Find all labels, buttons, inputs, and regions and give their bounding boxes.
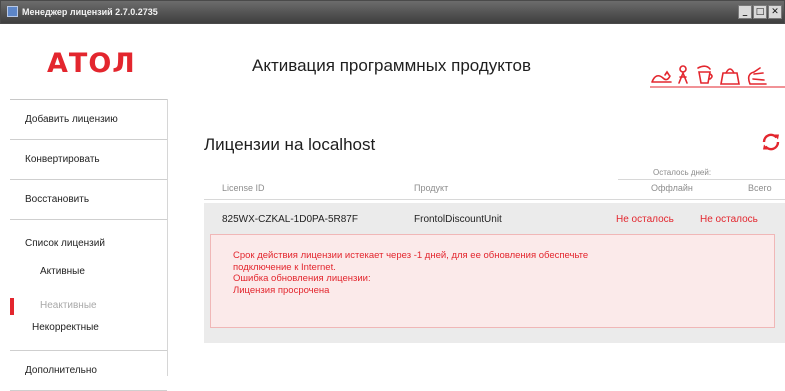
offline-days-cell: Не осталось xyxy=(616,214,674,225)
table-row[interactable]: 825WX-CZKAL-1D0PA-5R87F FrontolDiscountU… xyxy=(204,203,785,343)
column-header-total: Всего xyxy=(748,183,772,193)
app-header: АТОЛ Активация программных продуктов xyxy=(10,24,785,99)
table-header-divider xyxy=(204,199,785,200)
column-header-license-id: License ID xyxy=(222,183,265,193)
window-controls: _ □ ✕ xyxy=(738,5,782,19)
sidebar: Добавить лицензию Конвертировать Восстан… xyxy=(10,99,167,391)
coffee-icon xyxy=(697,65,713,84)
page-title: Лицензии на localhost xyxy=(204,135,376,154)
column-header-product: Продукт xyxy=(414,183,449,193)
minimize-button[interactable]: _ xyxy=(738,5,752,19)
sidebar-item-license-list[interactable]: Список лицензий xyxy=(25,238,105,249)
man-icon xyxy=(678,65,688,84)
sidebar-group-license-list: Список лицензий Активные Неактивные Неко… xyxy=(10,220,167,351)
sidebar-item-active[interactable]: Активные xyxy=(40,266,85,277)
header-title: Активация программных продуктов xyxy=(252,56,532,75)
window-title: Менеджер лицензий 2.7.0.2735 xyxy=(22,7,158,17)
sidebar-item-convert[interactable]: Конвертировать xyxy=(10,140,167,180)
error-line: Ошибка обновления лицензии: xyxy=(233,273,371,284)
close-button[interactable]: ✕ xyxy=(768,5,782,19)
window-titlebar: Менеджер лицензий 2.7.0.2735 _ □ ✕ xyxy=(0,0,785,24)
error-line: подключение к Internet. xyxy=(233,261,336,273)
sidebar-item-incorrect[interactable]: Некорректные xyxy=(32,322,99,333)
app-icon xyxy=(7,6,18,17)
license-id-cell: 825WX-CZKAL-1D0PA-5R87F xyxy=(222,214,358,225)
bag-icon xyxy=(720,68,740,85)
refresh-icon[interactable] xyxy=(760,131,782,153)
sidebar-item-more[interactable]: Дополнительно xyxy=(10,351,167,391)
cat-icon xyxy=(651,70,672,83)
sidebar-item-restore[interactable]: Восстановить xyxy=(10,180,167,220)
column-header-offline: Оффлайн xyxy=(651,183,693,193)
selected-marker xyxy=(10,298,14,315)
error-line: Лицензия просрочена xyxy=(233,284,330,296)
error-message-box: Срок действия лицензии истекает через -1… xyxy=(210,234,775,328)
product-cell: FrontolDiscountUnit xyxy=(414,214,502,225)
header-decoration xyxy=(650,65,785,88)
maximize-button[interactable]: □ xyxy=(753,5,767,19)
error-line: Срок действия лицензии истекает через -1… xyxy=(233,250,589,261)
atol-logo: АТОЛ xyxy=(47,48,136,79)
sidebar-item-inactive[interactable]: Неактивные xyxy=(40,300,97,311)
days-left-label: Осталось дней: xyxy=(653,168,712,177)
hand-icon xyxy=(747,67,767,85)
main-content: Лицензии на localhost Осталось дней: Lic… xyxy=(168,99,785,376)
total-days-cell: Не осталось xyxy=(700,214,758,225)
days-divider xyxy=(618,179,785,180)
sidebar-item-add-license[interactable]: Добавить лицензию xyxy=(10,100,167,140)
